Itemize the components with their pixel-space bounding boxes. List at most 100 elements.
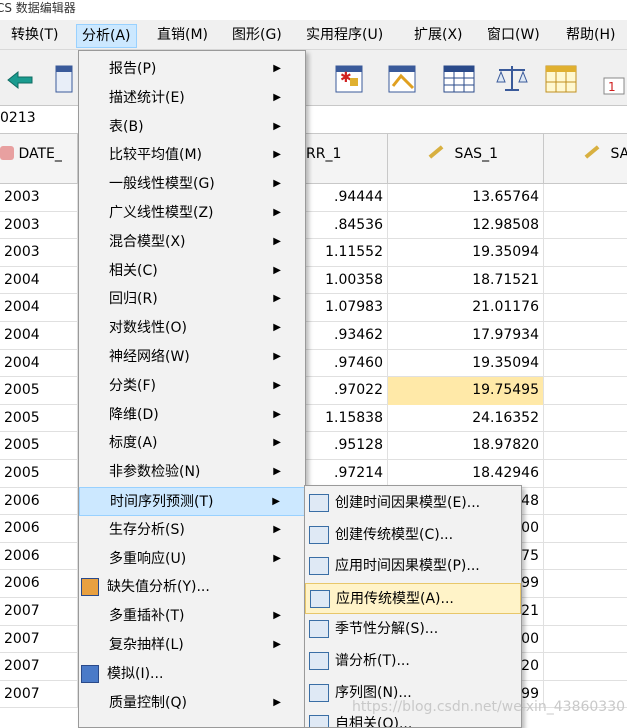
cell-rr[interactable]: .97460 xyxy=(304,349,388,378)
cell-date[interactable]: 2007 xyxy=(0,598,78,626)
menu-item[interactable]: 扩展(X) xyxy=(409,24,468,48)
menu-item[interactable]: 直销(M) xyxy=(152,24,213,48)
analyze-menu-item[interactable]: 多重插补(T) ▶ xyxy=(79,602,305,631)
select-cases-icon[interactable]: ✱ xyxy=(330,58,368,96)
menu-item[interactable]: 窗口(W) xyxy=(482,24,545,48)
watermark-text: https://blog.csdn.net/weixin_43860330 xyxy=(352,699,626,715)
cell-date[interactable]: 2003 xyxy=(0,184,78,212)
analyze-menu-item[interactable]: 神经网络(W) ▶ xyxy=(79,343,305,372)
cell-sas[interactable]: 18.97820 xyxy=(388,432,544,460)
analyze-menu-item[interactable]: 报告(P) ▶ xyxy=(79,55,305,84)
cell-sas[interactable]: 17.97934 xyxy=(388,322,544,350)
analyze-menu-item[interactable]: 回归(R) ▶ xyxy=(79,285,305,314)
analyze-menu-item[interactable]: 缺失值分析(Y)... xyxy=(79,573,305,602)
analyze-menu-item[interactable]: 降维(D) ▶ xyxy=(79,401,305,430)
analyze-menu-item[interactable]: 表(B) ▶ xyxy=(79,113,305,142)
menu-item[interactable]: 转换(T) xyxy=(6,24,63,48)
cell-date[interactable]: 2005 xyxy=(0,377,78,405)
cell-sas[interactable]: 18.42946 xyxy=(388,460,544,488)
analyze-menu-item[interactable]: 分类(F) ▶ xyxy=(79,372,305,401)
menu-item[interactable]: 图形(G) xyxy=(227,24,287,48)
cell-sas[interactable]: 19.35094 xyxy=(388,239,544,267)
analyze-menu-item[interactable]: 广义线性模型(Z) ▶ xyxy=(79,199,305,228)
cell-rr[interactable]: .84536 xyxy=(304,211,388,240)
analyze-menu-item[interactable]: 质量控制(Q) ▶ xyxy=(79,689,305,718)
analyze-menu-item[interactable]: 时间序列预测(T) ▶ xyxy=(79,487,305,516)
analyze-menu-item[interactable]: 对数线性(O) ▶ xyxy=(79,314,305,343)
cell-date[interactable]: 2007 xyxy=(0,653,78,681)
analyze-menu-item[interactable]: 生存分析(S) ▶ xyxy=(79,516,305,545)
column-header-sa[interactable]: SA xyxy=(544,134,627,184)
time-series-submenu-item[interactable]: 谱分析(T)... xyxy=(305,646,521,678)
cell-date[interactable]: 2005 xyxy=(0,460,78,488)
cell-date[interactable]: 2006 xyxy=(0,487,78,516)
cell-sas[interactable]: 13.65764 xyxy=(388,184,544,212)
cell-date[interactable]: 2004 xyxy=(0,322,78,350)
analyze-menu-item[interactable]: 标度(A) ▶ xyxy=(79,429,305,458)
cell-date[interactable]: 2004 xyxy=(0,349,78,378)
cell-rr[interactable]: .97022 xyxy=(304,377,388,405)
value-one-icon[interactable]: 1 xyxy=(602,58,627,96)
grid-icon[interactable] xyxy=(542,58,580,96)
time-series-submenu-item[interactable]: 季节性分解(S)... xyxy=(305,614,521,646)
submenu-arrow-icon: ▶ xyxy=(273,178,281,190)
analyze-menu-item-label: 多重响应(U) xyxy=(109,550,187,567)
cell-reference-value[interactable]: 0213 xyxy=(0,110,36,126)
cell-sas[interactable]: 21.01176 xyxy=(388,294,544,322)
cell-rr[interactable]: .93462 xyxy=(304,322,388,350)
cell-date[interactable]: 2006 xyxy=(0,515,78,543)
analyze-menu-item[interactable]: 比较平均值(M) ▶ xyxy=(79,141,305,170)
analyze-menu-item[interactable]: 非参数检验(N) ▶ xyxy=(79,458,305,487)
menu-item[interactable]: 分析(A) xyxy=(76,24,137,48)
column-header-sas[interactable]: SAS_1 xyxy=(388,134,544,184)
time-series-submenu-item-label: 应用时间因果模型(P)... xyxy=(335,558,480,575)
cell-date[interactable]: 2004 xyxy=(0,294,78,322)
data-table-icon[interactable] xyxy=(440,58,478,96)
analyze-menu-item[interactable]: 混合模型(X) ▶ xyxy=(79,228,305,257)
cell-date[interactable]: 2005 xyxy=(0,404,78,433)
cell-sas[interactable]: 19.35094 xyxy=(388,349,544,378)
time-series-submenu-item[interactable]: 应用传统模型(A)... xyxy=(305,582,521,615)
cell-sas[interactable]: 19.75495 xyxy=(388,377,544,405)
cell-rr[interactable]: .94444 xyxy=(304,184,388,212)
cell-sas[interactable]: 12.98508 xyxy=(388,211,544,240)
variables-icon[interactable] xyxy=(50,58,74,96)
cell-date[interactable]: 2006 xyxy=(0,542,78,571)
svg-text:✱: ✱ xyxy=(340,70,352,86)
time-series-submenu-item[interactable]: 创建传统模型(C)... xyxy=(305,520,521,552)
cell-date[interactable]: 2003 xyxy=(0,211,78,240)
column-header-rr[interactable]: RR_1 xyxy=(304,134,388,184)
analyze-menu-item[interactable]: 一般线性模型(G) ▶ xyxy=(79,170,305,199)
time-series-submenu-item[interactable]: 创建时间因果模型(E)... xyxy=(305,488,521,520)
menu-item[interactable]: 帮助(H) xyxy=(561,24,620,48)
cell-rr[interactable]: 1.11552 xyxy=(304,239,388,267)
analyze-menu-item-label: 回归(R) xyxy=(109,291,158,308)
cell-rr[interactable]: .97214 xyxy=(304,460,388,488)
cell-rr[interactable]: 1.15838 xyxy=(304,404,388,433)
cell-date[interactable]: 2007 xyxy=(0,625,78,654)
time-series-submenu-item[interactable]: 应用时间因果模型(P)... xyxy=(305,551,521,583)
analyze-menu-item[interactable]: 模拟(I)... xyxy=(79,660,305,689)
cell-rr[interactable]: .95128 xyxy=(304,432,388,460)
cell-date[interactable]: 2004 xyxy=(0,266,78,295)
analyze-menu-item[interactable]: 多重响应(U) ▶ xyxy=(79,545,305,574)
cell-rr[interactable]: 1.07983 xyxy=(304,294,388,322)
cell-date[interactable]: 2006 xyxy=(0,570,78,598)
cell-sas[interactable]: 24.16352 xyxy=(388,404,544,433)
cell-date[interactable]: 2005 xyxy=(0,432,78,460)
analyze-menu-item-label: 比较平均值(M) xyxy=(109,147,203,164)
analyze-menu-item[interactable]: 相关(C) ▶ xyxy=(79,257,305,286)
analyze-menu-item[interactable]: 描述统计(E) ▶ xyxy=(79,84,305,113)
temporal-causal-create-icon xyxy=(309,494,329,512)
cell-rr[interactable]: 1.00358 xyxy=(304,266,388,295)
column-header-date[interactable]: DATE_ xyxy=(0,134,78,184)
goto-case-icon[interactable] xyxy=(4,58,42,96)
cell-date[interactable]: 2003 xyxy=(0,239,78,267)
cell-date[interactable]: 2007 xyxy=(0,680,78,709)
weight-cases-icon[interactable] xyxy=(493,58,531,96)
menu-item[interactable]: 实用程序(U) xyxy=(301,24,388,48)
analyze-menu-item-label: 表(B) xyxy=(109,118,144,135)
cell-sas[interactable]: 18.71521 xyxy=(388,266,544,295)
value-labels-icon[interactable] xyxy=(383,58,421,96)
analyze-menu-item[interactable]: 复杂抽样(L) ▶ xyxy=(79,631,305,660)
